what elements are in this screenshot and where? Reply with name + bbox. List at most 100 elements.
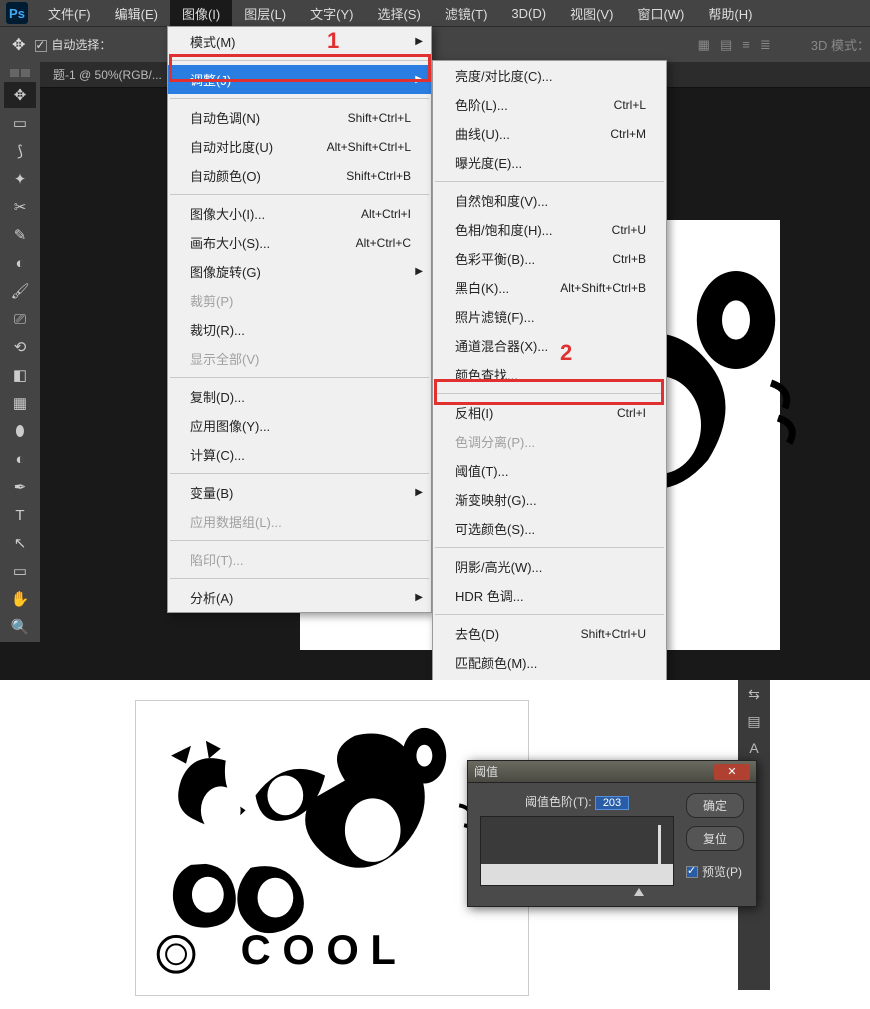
- mi-adjustments[interactable]: 调整(J)▶: [168, 65, 431, 94]
- mi-apply-image[interactable]: 应用图像(Y)...: [168, 411, 431, 440]
- menu-separator: [435, 547, 664, 548]
- mi-shadows-highlights[interactable]: 阴影/高光(W)...: [433, 552, 666, 581]
- menu-separator: [435, 181, 664, 182]
- mi-color-lookup[interactable]: 颜色查找...: [433, 360, 666, 389]
- blur-tool[interactable]: ⬮: [4, 418, 36, 444]
- menu-view[interactable]: 视图(V): [558, 0, 625, 27]
- mi-exposure[interactable]: 曝光度(E)...: [433, 148, 666, 177]
- mi-posterize: 色调分离(P)...: [433, 427, 666, 456]
- marquee-tool[interactable]: ▭: [4, 110, 36, 136]
- mi-desaturate[interactable]: 去色(D)Shift+Ctrl+U: [433, 619, 666, 648]
- threshold-dialog: 阈值 ✕ 阈值色阶(T): 确定 复位 预览(P): [467, 760, 757, 907]
- mi-gradient-map[interactable]: 渐变映射(G)...: [433, 485, 666, 514]
- menu-separator: [170, 194, 429, 195]
- mi-variables[interactable]: 变量(B)▶: [168, 478, 431, 507]
- mi-auto-contrast[interactable]: 自动对比度(U)Alt+Shift+Ctrl+L: [168, 132, 431, 161]
- mi-image-size[interactable]: 图像大小(I)...Alt+Ctrl+I: [168, 199, 431, 228]
- mi-color-balance[interactable]: 色彩平衡(B)...Ctrl+B: [433, 244, 666, 273]
- auto-select-checkbox[interactable]: 自动选择：: [35, 36, 111, 53]
- mi-invert[interactable]: 反相(I)Ctrl+I: [433, 398, 666, 427]
- distribute-icon[interactable]: ≡: [742, 37, 750, 52]
- close-button[interactable]: ✕: [714, 764, 750, 780]
- healing-brush-tool[interactable]: ◐: [4, 250, 36, 276]
- mi-auto-tone[interactable]: 自动色调(N)Shift+Ctrl+L: [168, 103, 431, 132]
- stamp-tool[interactable]: ⎚: [4, 306, 36, 332]
- mi-photo-filter[interactable]: 照片滤镜(F)...: [433, 302, 666, 331]
- reset-button[interactable]: 复位: [686, 826, 744, 851]
- menu-3d[interactable]: 3D(D): [499, 2, 558, 25]
- tools-panel: ✥ ▭ ⟆ ✦ ✂ ✎ ◐ 🖌 ⎚ ⟲ ◧ ▦ ⬮ ◐ ✒ T ↖ ▭ ✋ 🔍: [0, 62, 40, 642]
- threshold-value-input[interactable]: [595, 796, 629, 810]
- mi-mode[interactable]: 模式(M)▶: [168, 27, 431, 56]
- menu-help[interactable]: 帮助(H): [696, 0, 764, 27]
- dialog-titlebar[interactable]: 阈值 ✕: [468, 761, 756, 783]
- panel-icon[interactable]: ⇆: [748, 686, 760, 703]
- threshold-slider-handle[interactable]: [634, 888, 644, 896]
- eraser-tool[interactable]: ◧: [4, 362, 36, 388]
- menu-filter[interactable]: 滤镜(T): [433, 0, 500, 27]
- panel-icon[interactable]: A: [749, 740, 758, 756]
- preview-checkbox[interactable]: [686, 866, 698, 878]
- mi-hue-saturation[interactable]: 色相/饱和度(H)...Ctrl+U: [433, 215, 666, 244]
- path-select-tool[interactable]: ↖: [4, 530, 36, 556]
- mi-apply-data: 应用数据组(L)...: [168, 507, 431, 536]
- ok-button[interactable]: 确定: [686, 793, 744, 818]
- mi-levels[interactable]: 色阶(L)...Ctrl+L: [433, 90, 666, 119]
- menu-window[interactable]: 窗口(W): [625, 0, 696, 27]
- menu-layer[interactable]: 图层(L): [232, 0, 298, 27]
- type-tool[interactable]: T: [4, 502, 36, 528]
- menu-separator: [170, 60, 429, 61]
- lasso-tool[interactable]: ⟆: [4, 138, 36, 164]
- crop-tool[interactable]: ✂: [4, 194, 36, 220]
- menu-separator: [170, 540, 429, 541]
- adjustments-submenu: 亮度/对比度(C)... 色阶(L)...Ctrl+L 曲线(U)...Ctrl…: [432, 60, 667, 680]
- dodge-tool[interactable]: ◐: [4, 446, 36, 472]
- menu-file[interactable]: 文件(F): [36, 0, 103, 27]
- menu-select[interactable]: 选择(S): [365, 0, 432, 27]
- photoshop-window-top: Ps 文件(F) 编辑(E) 图像(I) 图层(L) 文字(Y) 选择(S) 滤…: [0, 0, 870, 680]
- annotation-number-1: 1: [327, 28, 339, 54]
- mi-trap: 陷印(T)...: [168, 545, 431, 574]
- panel-grip-icon[interactable]: [9, 68, 31, 78]
- mi-match-color[interactable]: 匹配颜色(M)...: [433, 648, 666, 677]
- hand-tool[interactable]: ✋: [4, 586, 36, 612]
- align-icon[interactable]: ▤: [720, 37, 732, 53]
- mi-curves[interactable]: 曲线(U)...Ctrl+M: [433, 119, 666, 148]
- magic-wand-tool[interactable]: ✦: [4, 166, 36, 192]
- mi-brightness-contrast[interactable]: 亮度/对比度(C)...: [433, 61, 666, 90]
- menu-type[interactable]: 文字(Y): [298, 0, 365, 27]
- mi-duplicate[interactable]: 复制(D)...: [168, 382, 431, 411]
- mi-hdr-toning[interactable]: HDR 色调...: [433, 581, 666, 610]
- histogram: [480, 816, 674, 886]
- history-brush-tool[interactable]: ⟲: [4, 334, 36, 360]
- photoshop-window-bottom: C O O L ⇆ ▤ A ¶ 阈值 ✕ 阈值色阶(T):: [0, 680, 870, 1009]
- mi-image-rotation[interactable]: 图像旋转(G)▶: [168, 257, 431, 286]
- move-tool[interactable]: ✥: [4, 82, 36, 108]
- zoom-tool[interactable]: 🔍: [4, 614, 36, 640]
- align-icon[interactable]: ▦: [698, 37, 710, 53]
- menu-edit[interactable]: 编辑(E): [103, 0, 170, 27]
- dialog-title-text: 阈值: [474, 763, 498, 780]
- mi-reveal-all: 显示全部(V): [168, 344, 431, 373]
- mi-black-white[interactable]: 黑白(K)...Alt+Shift+Ctrl+B: [433, 273, 666, 302]
- mi-vibrance[interactable]: 自然饱和度(V)...: [433, 186, 666, 215]
- eyedropper-tool[interactable]: ✎: [4, 222, 36, 248]
- threshold-level-row: 阈值色阶(T):: [480, 793, 674, 810]
- mi-channel-mixer[interactable]: 通道混合器(X)...: [433, 331, 666, 360]
- mi-auto-color[interactable]: 自动颜色(O)Shift+Ctrl+B: [168, 161, 431, 190]
- gradient-tool[interactable]: ▦: [4, 390, 36, 416]
- mi-trim[interactable]: 裁切(R)...: [168, 315, 431, 344]
- panel-icon[interactable]: ▤: [747, 713, 760, 730]
- menu-separator: [170, 377, 429, 378]
- distribute-icon[interactable]: ≣: [760, 37, 771, 53]
- mi-selective-color[interactable]: 可选颜色(S)...: [433, 514, 666, 543]
- pen-tool[interactable]: ✒: [4, 474, 36, 500]
- rectangle-tool[interactable]: ▭: [4, 558, 36, 584]
- mi-analysis[interactable]: 分析(A)▶: [168, 583, 431, 612]
- document-tab-1[interactable]: 题-1 @ 50%(RGB/...: [45, 62, 170, 87]
- mi-threshold[interactable]: 阈值(T)...: [433, 456, 666, 485]
- mi-canvas-size[interactable]: 画布大小(S)...Alt+Ctrl+C: [168, 228, 431, 257]
- menu-image[interactable]: 图像(I): [170, 0, 232, 27]
- brush-tool[interactable]: 🖌: [4, 278, 36, 304]
- mi-calculations[interactable]: 计算(C)...: [168, 440, 431, 469]
